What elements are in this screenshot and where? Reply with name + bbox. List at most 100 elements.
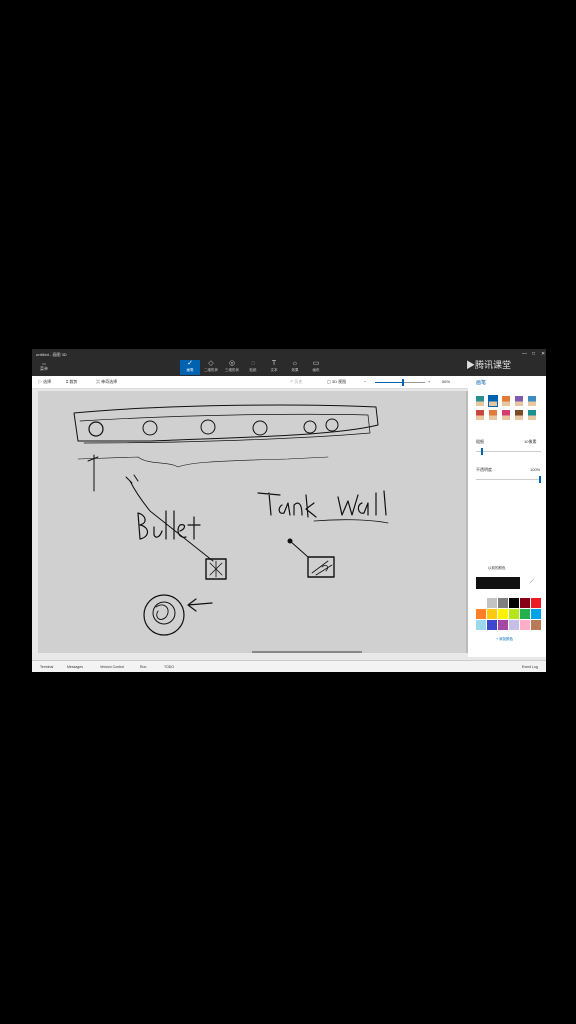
paint3d-window: untitled - 画图 3D — □ ✕ ▭ 菜单 ✓ 画笔 ◇ 二维形状 …: [32, 349, 546, 672]
target-detail: [155, 604, 169, 620]
zoom-slider[interactable]: [375, 379, 425, 386]
eyedropper-icon[interactable]: ⟋: [530, 579, 534, 585]
brush-type-button[interactable]: [476, 410, 484, 420]
tank-row-outline-inner: [79, 413, 371, 444]
wall-pointer: [289, 540, 309, 558]
tank-circle: [200, 419, 216, 435]
color-swatch[interactable]: [487, 609, 497, 619]
watermark-logo: ▶腾讯课堂: [466, 360, 512, 370]
horizontal-scrollbar[interactable]: [252, 651, 362, 653]
current-color[interactable]: [476, 577, 520, 589]
color-swatch[interactable]: [498, 609, 508, 619]
pointer-line: [129, 480, 214, 562]
color-swatch[interactable]: [498, 620, 508, 630]
tool-label: 画布: [312, 368, 320, 372]
color-swatch[interactable]: [476, 609, 486, 619]
brush-type-button[interactable]: [528, 396, 536, 406]
wall-label: [337, 490, 387, 516]
left-mark: [87, 454, 99, 492]
zoom-percent: 56%: [442, 379, 451, 384]
crop-button[interactable]: ⌗ 裁剪: [66, 379, 77, 385]
color-swatch[interactable]: [531, 609, 541, 619]
tool-stickers[interactable]: ◌ 贴纸: [243, 360, 263, 375]
color-swatch[interactable]: [520, 598, 530, 608]
tank-circle: [142, 420, 158, 436]
text-icon: T: [271, 360, 277, 367]
close-button[interactable]: ✕: [541, 351, 545, 357]
statusbar-version-control[interactable]: Version Control: [100, 665, 124, 669]
arrow-left: [187, 598, 213, 612]
brush-type-button[interactable]: [502, 396, 510, 406]
opacity-slider[interactable]: [476, 476, 541, 483]
menu-label: 菜单: [40, 366, 48, 371]
brush-type-button[interactable]: [515, 410, 523, 420]
color-swatch[interactable]: [476, 598, 486, 608]
brush-panel: 画笔 粗细 10像素 不透明度 100% 以前的颜色 ⟋ + 添加颜色: [468, 376, 546, 657]
status-bar: Terminal Messages Version Control Run TO…: [32, 660, 546, 672]
menu-button[interactable]: ▭ 菜单: [38, 361, 50, 373]
color-swatch[interactable]: [531, 620, 541, 630]
maximize-button[interactable]: □: [532, 351, 535, 357]
tool-label: 画笔: [186, 368, 194, 372]
brush-type-button[interactable]: [488, 395, 498, 407]
color-swatch[interactable]: [498, 598, 508, 608]
target-circle-outer: [143, 594, 185, 636]
history-button[interactable]: ↶ 历史: [290, 379, 302, 385]
opacity-value[interactable]: 100%: [530, 467, 540, 472]
tool-3d-shapes[interactable]: ◎ 三维形状: [222, 360, 242, 375]
thickness-slider-thumb[interactable]: [481, 448, 484, 455]
color-swatch[interactable]: [487, 620, 497, 630]
bullet-sprite-detail: [209, 560, 223, 578]
color-swatch[interactable]: [509, 598, 519, 608]
drawing-canvas[interactable]: [38, 391, 466, 653]
color-swatch[interactable]: [487, 598, 497, 608]
brush-type-button[interactable]: [502, 410, 510, 420]
tank-circle: [252, 420, 268, 436]
color-dropdown[interactable]: 以前的颜色: [488, 566, 506, 571]
statusbar-messages[interactable]: Messages: [67, 665, 83, 669]
color-swatch[interactable]: [520, 609, 530, 619]
brush-type-button[interactable]: [528, 410, 536, 420]
select-button[interactable]: ▷ 选择: [38, 379, 51, 385]
zoom-out-button[interactable]: −: [364, 379, 366, 384]
tool-label: 效果: [291, 368, 299, 372]
tank-circle: [303, 420, 317, 434]
tool-2d-shapes[interactable]: ◇ 二维形状: [201, 360, 221, 375]
title-bar: untitled - 画图 3D — □ ✕ ▭ 菜单 ✓ 画笔 ◇ 二维形状 …: [32, 349, 546, 376]
tool-effects[interactable]: ☼ 效果: [285, 360, 305, 375]
opacity-label: 不透明度: [476, 467, 492, 472]
color-swatch[interactable]: [476, 620, 486, 630]
magic-select-button[interactable]: ⌘ 神奇选择: [96, 379, 117, 385]
statusbar-event-log[interactable]: Event Log: [522, 665, 538, 669]
opacity-slider-thumb[interactable]: [539, 476, 541, 483]
tool-text[interactable]: T 文本: [264, 360, 284, 375]
color-swatch[interactable]: [509, 609, 519, 619]
color-swatch[interactable]: [509, 620, 519, 630]
statusbar-run[interactable]: Run: [140, 665, 146, 669]
tool-label: 三维形状: [225, 368, 239, 372]
shapes-2d-icon: ◇: [208, 360, 214, 367]
tool-brushes[interactable]: ✓ 画笔: [180, 360, 200, 375]
thickness-label: 粗细: [476, 439, 484, 444]
thickness-slider[interactable]: [476, 448, 541, 455]
brush-type-button[interactable]: [515, 396, 523, 406]
sketch-drawing: [73, 404, 389, 636]
tool-canvas[interactable]: ▭ 画布: [306, 360, 326, 375]
color-swatch[interactable]: [531, 598, 541, 608]
brush-icon: ✓: [187, 360, 193, 367]
tool-label: 二维形状: [204, 368, 218, 372]
window-title: untitled - 画图 3D: [36, 352, 67, 357]
view-3d-button[interactable]: ▢ 3D 视图: [327, 379, 346, 385]
tool-label: 贴纸: [249, 368, 257, 372]
zoom-slider-thumb[interactable]: [402, 379, 404, 386]
zoom-in-button[interactable]: +: [428, 379, 430, 384]
thickness-value[interactable]: 10像素: [524, 439, 536, 445]
statusbar-terminal[interactable]: Terminal: [40, 665, 53, 669]
statusbar-todo[interactable]: TODO: [164, 665, 174, 669]
brush-type-button[interactable]: [476, 396, 484, 406]
brush-type-button[interactable]: [489, 410, 497, 420]
canvas-icon: ▭: [312, 360, 320, 367]
color-swatch[interactable]: [520, 620, 530, 630]
minimize-button[interactable]: —: [522, 351, 527, 357]
add-color-button[interactable]: + 添加颜色: [496, 637, 513, 642]
